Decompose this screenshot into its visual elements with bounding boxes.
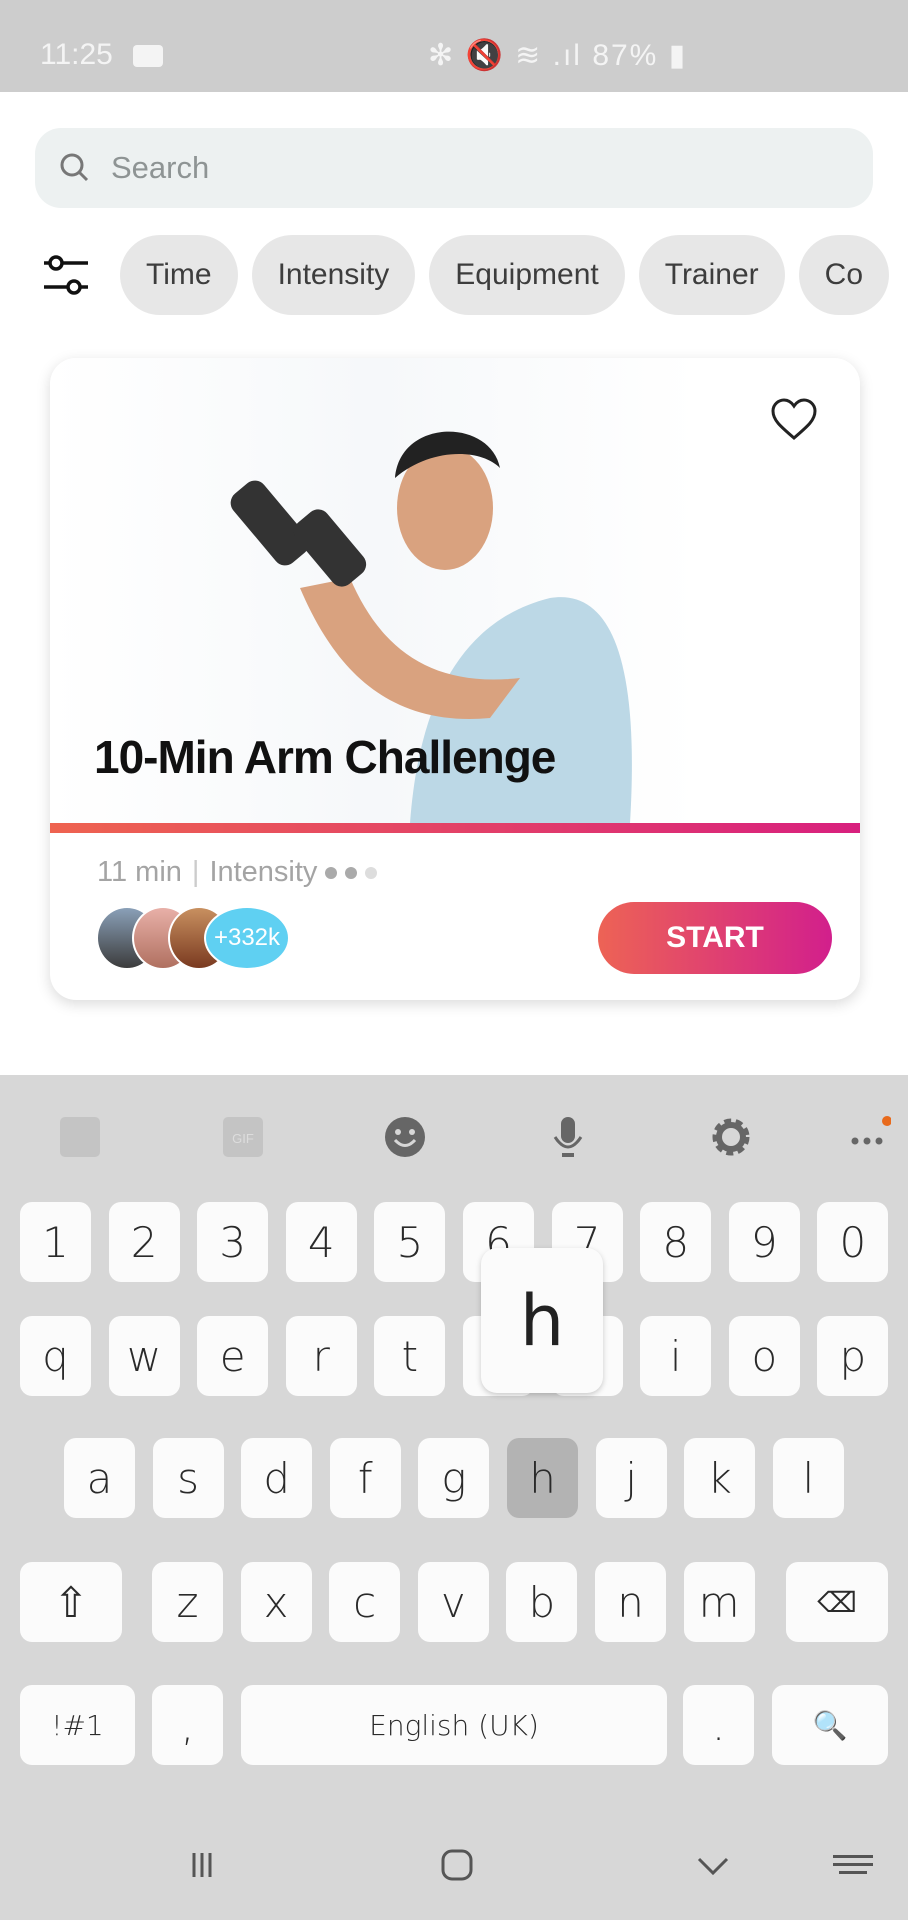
participant-count: +332k [204, 906, 290, 970]
sticker-icon[interactable] [55, 1112, 105, 1162]
back-icon[interactable] [683, 1840, 743, 1890]
favorite-heart-icon[interactable] [770, 398, 818, 442]
key-o[interactable]: o [728, 1316, 800, 1396]
intensity-dot [325, 867, 338, 880]
filter-sliders-icon[interactable] [42, 255, 90, 297]
key-backspace[interactable]: ⌫ [786, 1562, 888, 1642]
key-search[interactable]: 🔍 [772, 1685, 888, 1765]
key-shift[interactable]: ⇧ [20, 1562, 122, 1642]
key-4[interactable]: 4 [285, 1202, 357, 1282]
key-i[interactable]: i [640, 1316, 712, 1396]
key-a[interactable]: a [64, 1438, 135, 1518]
filter-chip[interactable]: Intensity [251, 235, 416, 315]
search-input[interactable] [111, 128, 811, 208]
key-m[interactable]: m [683, 1562, 755, 1642]
emoji-icon[interactable] [380, 1112, 430, 1162]
key-2[interactable]: 2 [108, 1202, 180, 1282]
key-t[interactable]: t [374, 1316, 446, 1396]
key-w[interactable]: w [108, 1316, 180, 1396]
more-icon[interactable] [842, 1112, 892, 1162]
key-s[interactable]: s [152, 1438, 224, 1518]
screen-record-icon [133, 45, 163, 67]
intensity-dot [365, 867, 378, 880]
key-g[interactable]: g [418, 1438, 490, 1518]
key-8[interactable]: 8 [640, 1202, 712, 1282]
gear-icon[interactable] [706, 1112, 756, 1162]
key-5[interactable]: 5 [374, 1202, 446, 1282]
intensity-dot [345, 867, 358, 880]
key-comma[interactable]: , [152, 1685, 223, 1765]
clock: 11:25 [40, 38, 113, 71]
key-c[interactable]: c [329, 1562, 401, 1642]
gif-icon[interactable]: GIF [218, 1112, 268, 1162]
recents-icon[interactable] [172, 1840, 232, 1890]
filter-chip[interactable]: Co [798, 235, 890, 315]
key-h[interactable]: h [507, 1438, 578, 1518]
key-symbols[interactable]: !#1 [20, 1685, 135, 1765]
key-z[interactable]: z [152, 1562, 223, 1642]
filter-chip[interactable]: Trainer [638, 235, 785, 315]
intensity-dots [317, 856, 378, 888]
workout-title: 10-Min Arm Challenge [94, 731, 556, 783]
workout-image: 10-Min Arm Challenge [50, 358, 860, 823]
key-period[interactable]: . [683, 1685, 754, 1765]
workout-meta: 11 min | Intensity [97, 856, 378, 889]
key-p[interactable]: p [817, 1316, 889, 1396]
keyboard-icon[interactable] [823, 1840, 883, 1890]
battery-level: 87% [592, 39, 659, 72]
key-space[interactable]: English (UK) [241, 1685, 667, 1765]
key-x[interactable]: x [240, 1562, 312, 1642]
search-bar[interactable] [35, 128, 873, 208]
microphone-icon[interactable] [543, 1112, 593, 1162]
filter-chip[interactable]: Time [120, 235, 238, 315]
filter-chip[interactable]: Equipment [429, 235, 625, 315]
key-k[interactable]: k [684, 1438, 756, 1518]
key-r[interactable]: r [285, 1316, 357, 1396]
key-d[interactable]: d [241, 1438, 313, 1518]
key-n[interactable]: n [595, 1562, 666, 1642]
status-icons: ✻ 🔇 ≋ .ıl 87% ▮ [428, 39, 688, 72]
svg-text:GIF: GIF [232, 1131, 254, 1146]
duration: 11 min [97, 856, 182, 888]
key-preview-popup: h [481, 1248, 603, 1393]
intensity-label: Intensity [209, 856, 318, 888]
key-1[interactable]: 1 [20, 1202, 91, 1282]
status-bar: 11:25 ✻ 🔇 ≋ .ıl 87% ▮ [0, 0, 908, 92]
start-button[interactable]: START [598, 902, 832, 974]
key-9[interactable]: 9 [728, 1202, 800, 1282]
key-e[interactable]: e [197, 1316, 269, 1396]
key-v[interactable]: v [417, 1562, 489, 1642]
key-l[interactable]: l [772, 1438, 844, 1518]
key-q[interactable]: q [20, 1316, 91, 1396]
key-b[interactable]: b [506, 1562, 578, 1642]
key-0[interactable]: 0 [817, 1202, 889, 1282]
search-icon [60, 153, 89, 182]
filter-chips: Time Intensity Equipment Trainer Co [120, 235, 890, 315]
workout-card[interactable]: 10-Min Arm Challenge 11 min | Intensity +3… [50, 358, 860, 1000]
home-icon[interactable] [427, 1840, 487, 1890]
accent-bar [50, 823, 860, 833]
key-j[interactable]: j [595, 1438, 667, 1518]
key-f[interactable]: f [329, 1438, 401, 1518]
key-3[interactable]: 3 [197, 1202, 269, 1282]
